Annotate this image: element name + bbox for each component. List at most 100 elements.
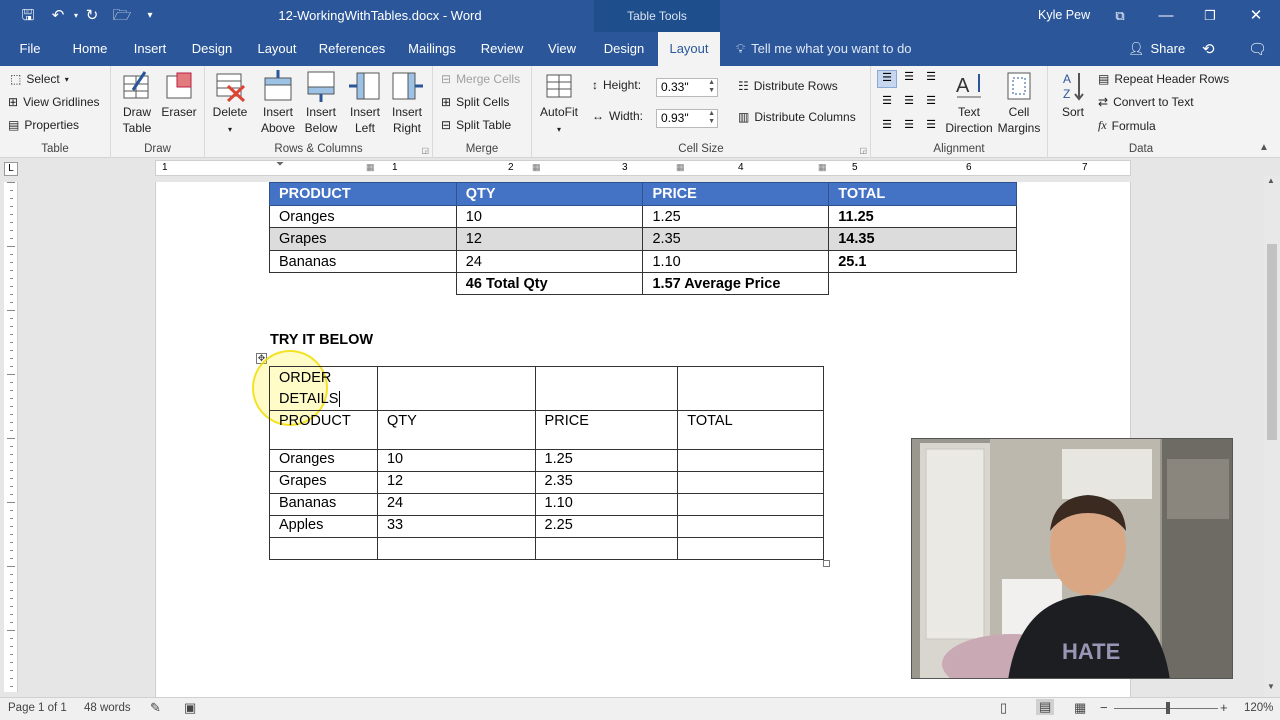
table-cell[interactable]: 24 bbox=[455, 250, 644, 273]
column-marker-icon[interactable]: ▦ bbox=[818, 162, 827, 173]
page-count[interactable]: Page 1 of 1 bbox=[8, 702, 67, 714]
comments-icon[interactable]: 🗨︎ bbox=[1248, 40, 1267, 58]
indent-marker-icon[interactable]: ⏷ bbox=[276, 159, 284, 170]
scroll-down-icon[interactable]: ▼ bbox=[1267, 682, 1275, 691]
insert-left-button[interactable]: Insert Left bbox=[345, 70, 385, 136]
average-price-cell[interactable]: 1.57 Average Price bbox=[642, 272, 830, 295]
distribute-rows-button[interactable]: ☷ Distribute Rows bbox=[738, 79, 838, 93]
word-count[interactable]: 48 words bbox=[84, 702, 131, 714]
formula-button[interactable]: fx Formula bbox=[1098, 118, 1156, 133]
sort-button[interactable]: AZ Sort bbox=[1056, 70, 1090, 120]
align-bottom-right-icon[interactable]: ☰ bbox=[921, 118, 941, 136]
table-cell[interactable] bbox=[677, 537, 824, 560]
table-cell[interactable] bbox=[677, 449, 824, 472]
repeat-header-rows-button[interactable]: ▤ Repeat Header Rows bbox=[1098, 72, 1229, 86]
header-cell[interactable]: TOTAL bbox=[828, 182, 1017, 206]
total-qty-cell[interactable]: 46 Total Qty bbox=[455, 272, 644, 295]
table-row[interactable]: Bananas 24 1.10 bbox=[269, 493, 824, 516]
table-cell[interactable]: 24 bbox=[376, 493, 536, 516]
read-mode-icon[interactable]: ▯ bbox=[1000, 700, 1007, 716]
collapse-ribbon-icon[interactable]: ▲ bbox=[1259, 142, 1269, 153]
table-cell[interactable]: 10 bbox=[376, 449, 536, 472]
zoom-level[interactable]: 120% bbox=[1244, 702, 1273, 714]
scrollbar-thumb[interactable] bbox=[1267, 244, 1277, 440]
table-cell[interactable]: 1.10 bbox=[642, 250, 830, 273]
align-top-left-icon[interactable]: ☰ bbox=[877, 70, 897, 88]
restore-icon[interactable]: ❐ bbox=[1200, 6, 1220, 26]
table-cell[interactable]: 2.35 bbox=[534, 471, 679, 494]
activity-icon[interactable]: ⟲ bbox=[1202, 40, 1215, 58]
dialog-launcher-icon[interactable]: ◲ bbox=[421, 146, 429, 155]
ribbon-display-options-icon[interactable]: ⧉ bbox=[1110, 6, 1130, 26]
table-row[interactable]: Grapes 12 2.35 14.35 bbox=[269, 227, 1017, 251]
zoom-slider-thumb[interactable] bbox=[1166, 702, 1170, 714]
header-cell[interactable]: QTY bbox=[455, 182, 644, 206]
save-icon[interactable]: 🖫 bbox=[18, 6, 38, 26]
order-details-table[interactable]: ORDER DETAILS PRODUCT QTY PRICE TOTAL Ora… bbox=[269, 366, 824, 560]
tab-review[interactable]: Review bbox=[476, 32, 528, 66]
table-cell[interactable] bbox=[269, 537, 378, 560]
zoom-out-icon[interactable]: − bbox=[1100, 700, 1108, 715]
merge-cells-button[interactable]: ⊟ Merge Cells bbox=[441, 72, 520, 86]
align-top-center-icon[interactable]: ☰ bbox=[899, 70, 919, 88]
table-cell[interactable]: Oranges bbox=[269, 449, 378, 472]
share-button[interactable]: 👤︎ Share bbox=[1128, 41, 1185, 57]
table-row[interactable]: Oranges 10 1.25 11.25 bbox=[269, 205, 1017, 228]
dialog-launcher-icon[interactable]: ◲ bbox=[859, 146, 867, 155]
align-bottom-center-icon[interactable]: ☰ bbox=[899, 118, 919, 136]
table-resize-handle-icon[interactable] bbox=[823, 560, 830, 567]
view-gridlines-button[interactable]: ⊞ View Gridlines bbox=[8, 95, 100, 109]
cell-margins-button[interactable]: Cell Margins bbox=[995, 70, 1043, 136]
header-cell[interactable]: PRICE bbox=[642, 182, 830, 206]
tab-home[interactable]: Home bbox=[66, 32, 114, 66]
tab-design[interactable]: Design bbox=[186, 32, 238, 66]
split-cells-button[interactable]: ⊞ Split Cells bbox=[441, 95, 509, 109]
vertical-scrollbar[interactable]: ▲ ▼ bbox=[1264, 176, 1280, 697]
table-row[interactable]: PRODUCT QTY PRICE TOTAL bbox=[269, 410, 824, 450]
tab-selector-icon[interactable]: L bbox=[4, 162, 18, 176]
tab-layout[interactable]: Layout bbox=[252, 32, 302, 66]
close-icon[interactable]: ✕ bbox=[1246, 6, 1266, 26]
table-cell[interactable]: 11.25 bbox=[828, 205, 1017, 228]
undo-icon[interactable]: ↶ bbox=[48, 6, 68, 26]
customize-qat-icon[interactable]: ▾ bbox=[140, 6, 160, 26]
tab-table-layout[interactable]: Layout bbox=[658, 32, 720, 66]
redo-icon[interactable]: ↻ bbox=[82, 6, 102, 26]
insert-below-button[interactable]: Insert Below bbox=[301, 70, 341, 136]
table-cell[interactable] bbox=[677, 471, 824, 494]
table-cell[interactable]: 25.1 bbox=[828, 250, 1017, 273]
eraser-button[interactable]: Eraser bbox=[161, 70, 197, 120]
zoom-in-icon[interactable]: + bbox=[1220, 700, 1228, 715]
scroll-up-icon[interactable]: ▲ bbox=[1267, 176, 1275, 185]
table-cell[interactable]: 1.25 bbox=[534, 449, 679, 472]
table-cell[interactable] bbox=[677, 366, 824, 411]
column-marker-icon[interactable]: ▦ bbox=[366, 162, 375, 173]
user-name[interactable]: Kyle Pew bbox=[1038, 8, 1090, 22]
table-cell[interactable] bbox=[534, 537, 679, 560]
table-cell[interactable]: Bananas bbox=[269, 493, 378, 516]
table-cell[interactable]: 2.35 bbox=[642, 227, 830, 251]
horizontal-ruler[interactable]: 1 1 2 3 4 5 6 7 ⏷ ▦ ▦ ▦ ▦ bbox=[155, 159, 1131, 176]
table-summary-row[interactable]: 46 Total Qty 1.57 Average Price bbox=[270, 272, 1017, 295]
tab-file[interactable]: File bbox=[12, 32, 48, 66]
table-cell[interactable]: Apples bbox=[269, 515, 378, 538]
table-header-row[interactable]: PRODUCT QTY PRICE TOTAL bbox=[269, 182, 1017, 206]
spinner-icon[interactable]: ▲ ▼ bbox=[708, 110, 715, 126]
table-row[interactable]: Apples 33 2.25 bbox=[269, 515, 824, 538]
spinner-icon[interactable]: ▲ ▼ bbox=[708, 79, 715, 95]
table-cell[interactable]: 33 bbox=[376, 515, 536, 538]
proofing-icon[interactable]: ✎ bbox=[150, 700, 161, 716]
align-center-right-icon[interactable]: ☰ bbox=[921, 94, 941, 112]
table-cell[interactable] bbox=[376, 366, 536, 411]
print-layout-icon[interactable]: ▤ bbox=[1036, 699, 1055, 715]
table-cell[interactable] bbox=[376, 537, 536, 560]
table-row[interactable]: Oranges 10 1.25 bbox=[269, 449, 824, 472]
split-table-button[interactable]: ⊟ Split Table bbox=[441, 118, 511, 132]
tab-insert[interactable]: Insert bbox=[128, 32, 172, 66]
column-marker-icon[interactable]: ▦ bbox=[532, 162, 541, 173]
insert-above-button[interactable]: Insert Above bbox=[257, 70, 299, 136]
table-cell[interactable]: 1.10 bbox=[534, 493, 679, 516]
table-cell[interactable]: 10 bbox=[455, 205, 644, 228]
table-row[interactable]: Bananas 24 1.10 25.1 bbox=[269, 250, 1017, 273]
table-cell[interactable]: TOTAL bbox=[677, 410, 824, 450]
